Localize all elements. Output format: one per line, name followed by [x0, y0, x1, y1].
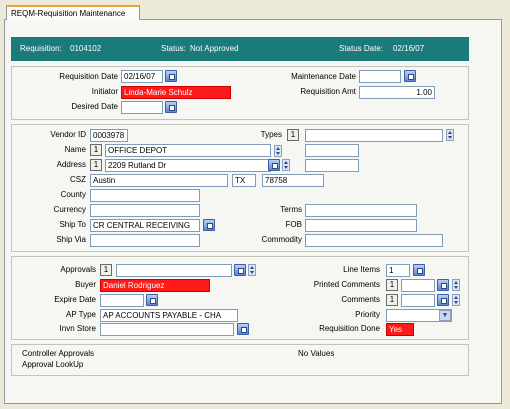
approval-lookup-link[interactable]: Approval LookUp	[22, 360, 83, 370]
calendar-icon[interactable]	[404, 70, 416, 82]
requisition-done-field[interactable]: Yes	[386, 323, 414, 336]
ap-type-label: AP Type	[66, 310, 96, 319]
fob-field[interactable]	[305, 219, 417, 232]
invn-store-field[interactable]	[100, 323, 234, 336]
calendar-icon[interactable]	[165, 70, 177, 82]
fob-label: FOB	[285, 220, 302, 229]
initiator-field[interactable]: Linda-Marie Schulz	[121, 86, 231, 99]
invn-store-label: Invn Store	[59, 324, 96, 333]
spinner-icon[interactable]	[248, 264, 256, 276]
county-label: County	[60, 190, 86, 199]
buyer-field[interactable]: Daniel Rodriguez	[100, 279, 210, 292]
currency-label: Currency	[53, 205, 86, 214]
ship-to-field[interactable]: CR CENTRAL RECEIVING	[90, 219, 200, 232]
state-field[interactable]: TX	[232, 174, 256, 187]
expire-date-label: Expire Date	[54, 295, 96, 304]
comments-count-button[interactable]: 1	[386, 294, 398, 306]
desired-date-field[interactable]	[121, 101, 163, 114]
approvals-count-button[interactable]: 1	[100, 264, 112, 276]
requisition-date-label: Requisition Date	[59, 72, 118, 81]
csz-label: CSZ	[70, 175, 86, 184]
spinner-icon[interactable]	[274, 145, 282, 157]
initiator-label: Initiator	[91, 87, 118, 96]
address-label: Address	[56, 160, 86, 169]
dropdown-arrow-icon[interactable]: ▼	[439, 310, 451, 321]
ship-via-label: Ship Via	[56, 235, 86, 244]
line-items-label: Line Items	[343, 265, 380, 274]
comments-field[interactable]	[401, 294, 435, 307]
currency-field[interactable]	[90, 204, 200, 217]
expire-date-field[interactable]	[100, 294, 144, 307]
terms-field[interactable]	[305, 204, 417, 217]
spinner-icon[interactable]	[282, 159, 290, 171]
requisition-date-field[interactable]: 02/16/07	[121, 70, 163, 83]
maintenance-date-label: Maintenance Date	[291, 72, 356, 81]
vendor-id-field[interactable]: 0003978	[90, 129, 128, 142]
ship-to-label: Ship To	[59, 220, 86, 229]
printed-comments-field[interactable]	[401, 279, 435, 292]
commodity-field[interactable]	[305, 234, 443, 247]
desired-date-label: Desired Date	[71, 102, 118, 111]
lookup-icon[interactable]	[237, 323, 249, 335]
requisition-done-label: Requisition Done	[319, 324, 380, 333]
approvals-label: Approvals	[60, 265, 96, 274]
printed-comments-label: Printed Comments	[313, 280, 380, 289]
priority-label: Priority	[355, 310, 380, 319]
address-extra-field[interactable]	[305, 159, 359, 172]
name-extra-field[interactable]	[305, 144, 359, 157]
buyer-label: Buyer	[75, 280, 96, 289]
name-field[interactable]: OFFICE DEPOT	[105, 144, 271, 157]
zip-field[interactable]: 78758	[262, 174, 324, 187]
vendor-id-label: Vendor ID	[50, 130, 86, 139]
name-label: Name	[64, 145, 86, 154]
printed-comments-count-button[interactable]: 1	[386, 279, 398, 291]
calendar-icon[interactable]	[146, 294, 158, 306]
comments-label: Comments	[341, 295, 380, 304]
types-count-button[interactable]: 1	[287, 129, 299, 141]
spinner-icon[interactable]	[446, 129, 454, 141]
spinner-icon[interactable]	[452, 279, 460, 291]
ap-type-field[interactable]: AP ACCOUNTS PAYABLE - CHA	[100, 309, 238, 322]
controller-approvals-label: Controller Approvals	[22, 349, 95, 358]
city-field[interactable]: Austin	[90, 174, 228, 187]
lookup-icon[interactable]	[268, 159, 280, 171]
status-value: Not Approved	[190, 44, 239, 53]
spinner-icon[interactable]	[452, 294, 460, 306]
status-date-value: 02/16/07	[393, 44, 425, 53]
lookup-icon[interactable]	[437, 294, 449, 306]
tab-requisition-maintenance[interactable]: REQM-Requisition Maintenance	[6, 5, 140, 20]
status-header: Requisition: 0104102 Status: Not Approve…	[11, 37, 469, 61]
lookup-icon[interactable]	[234, 264, 246, 276]
commodity-label: Commodity	[261, 235, 302, 244]
address-count-button[interactable]: 1	[90, 159, 102, 171]
terms-label: Terms	[280, 205, 302, 214]
requisition-number: 0104102	[70, 44, 102, 53]
no-values-text: No Values	[298, 349, 335, 358]
lookup-icon[interactable]	[437, 279, 449, 291]
requisition-amt-field[interactable]: 1.00	[359, 86, 435, 99]
status-date-label: Status Date:	[339, 44, 384, 53]
types-label: Types	[260, 130, 282, 139]
name-count-button[interactable]: 1	[90, 144, 102, 156]
county-field[interactable]	[90, 189, 200, 202]
line-items-field[interactable]: 1	[386, 264, 410, 277]
address-field[interactable]: 2209 Rutland Dr	[105, 159, 271, 172]
lookup-icon[interactable]	[203, 219, 215, 231]
requisition-amt-label: Requisition Amt	[300, 87, 356, 96]
maintenance-date-field[interactable]	[359, 70, 401, 83]
status-label: Status:	[161, 44, 186, 53]
approvals-field[interactable]	[116, 264, 232, 277]
types-field[interactable]	[305, 129, 443, 142]
lookup-icon[interactable]	[413, 264, 425, 276]
ship-via-field[interactable]	[90, 234, 200, 247]
requisition-label: Requisition:	[20, 44, 62, 53]
calendar-icon[interactable]	[165, 101, 177, 113]
